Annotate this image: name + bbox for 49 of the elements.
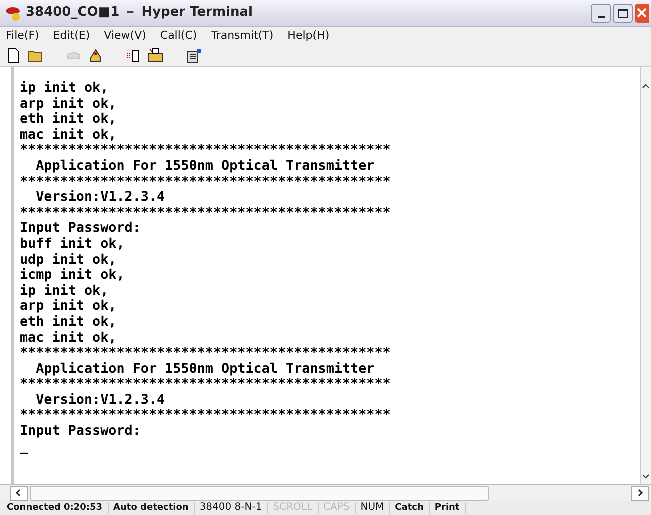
status-field: Print: [430, 502, 466, 514]
terminal-line: udp init ok,: [20, 252, 117, 268]
scroll-right-button[interactable]: [631, 486, 649, 500]
properties-icon[interactable]: [186, 48, 202, 64]
status-field: Catch: [390, 502, 430, 514]
status-field: NUM: [356, 502, 390, 514]
status-field: 38400 8-N-1: [194, 502, 268, 514]
terminal-line: Input Password:: [20, 424, 141, 440]
text-cursor: _: [20, 440, 28, 456]
vertical-scrollbar[interactable]: [640, 67, 651, 484]
terminal-line: mac init ok,: [20, 330, 117, 346]
terminal-line: ip init ok,: [20, 284, 109, 299]
window-title: 38400_CO■1 － Hyper Terminal: [26, 4, 253, 22]
status-field: Auto detection: [108, 502, 195, 514]
menu-item[interactable]: Transmit(T): [211, 28, 274, 44]
terminal-line: **********************************************: [20, 206, 391, 222]
terminal-line: arp init ok,: [20, 299, 117, 315]
horizontal-scrollbar[interactable]: [0, 484, 651, 501]
terminal-line: arp init ok,: [20, 96, 117, 112]
terminal-line: eth init ok,: [20, 112, 117, 128]
terminal-line: ip init ok,: [20, 81, 109, 97]
send-file-icon[interactable]: [126, 48, 142, 64]
minimize-button[interactable]: [591, 4, 611, 22]
receive-file-icon[interactable]: [148, 48, 164, 64]
menu-item[interactable]: Edit(E): [53, 28, 90, 44]
scroll-thumb[interactable]: [30, 486, 489, 500]
terminal-line: **********************************************: [20, 174, 391, 190]
terminal-line: **********************************************: [20, 377, 391, 393]
menu-item[interactable]: Help(H): [288, 28, 330, 44]
scroll-left-button[interactable]: [10, 486, 28, 500]
terminal-line: **********************************************: [20, 143, 391, 159]
terminal-line: Input Password:: [20, 221, 141, 237]
menu-item[interactable]: Call(C): [160, 28, 198, 44]
terminal-line: **********************************************: [20, 346, 391, 362]
terminal-line: icmp init ok,: [20, 268, 125, 284]
close-button[interactable]: [635, 4, 649, 22]
maximize-button[interactable]: [613, 4, 633, 22]
terminal-line: Version:V1.2.3.4: [35, 392, 166, 408]
menu-item[interactable]: File(F): [6, 28, 40, 44]
terminal-line: Application For 1550nm Optical Transmitter: [35, 158, 375, 175]
status-field: Connected 0:20:53: [2, 502, 109, 514]
menu-item[interactable]: View(V): [104, 28, 146, 44]
new-document-icon[interactable]: [6, 48, 22, 64]
terminal-line: Version:V1.2.3.4: [35, 190, 166, 206]
terminal-line: **********************************************: [20, 408, 391, 424]
terminal-line: Application For 1550nm Optical Transmitter: [35, 362, 375, 378]
terminal-line: eth init ok,: [20, 314, 117, 330]
terminal-line: buff init ok,: [20, 236, 125, 253]
terminal-line: mac init ok,: [20, 128, 117, 144]
